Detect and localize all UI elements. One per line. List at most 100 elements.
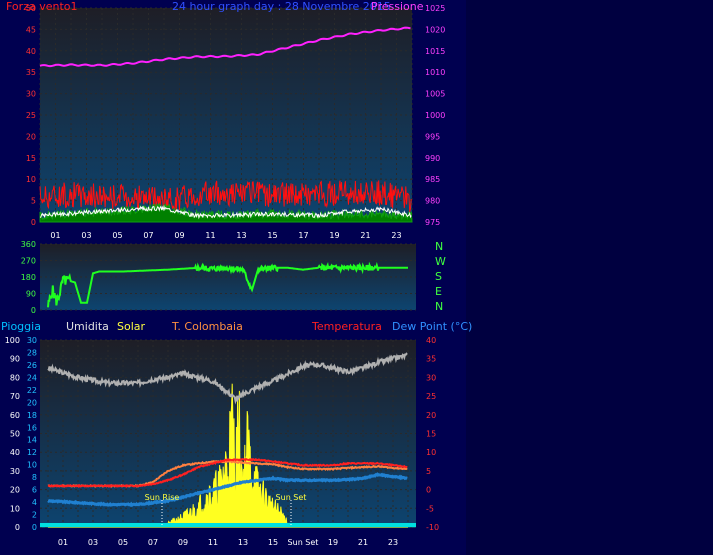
wind-axis-tick: 0 — [31, 218, 36, 227]
time-axis-tick: 21 — [358, 538, 368, 547]
time-axis-tick: 07 — [143, 231, 153, 240]
humidity-axis-tick: 100 — [5, 336, 20, 345]
pressure-axis-tick: 975 — [425, 218, 440, 227]
time-axis-tick: 07 — [148, 538, 158, 547]
humidity-axis-tick: 40 — [10, 448, 20, 457]
dewpoint-legend: Dew Point (°C) — [392, 320, 472, 333]
time-axis-tick: 01 — [58, 538, 68, 547]
temperature-axis-tick: 40 — [426, 336, 436, 345]
solar-legend: Solar — [117, 320, 146, 333]
time-axis-tick: 15 — [268, 538, 278, 547]
pressure-axis-tick: 990 — [425, 154, 440, 163]
time-axis-tick: 03 — [81, 231, 91, 240]
pressure-axis-tick: 1025 — [425, 4, 445, 13]
time-axis-tick: 21 — [360, 231, 370, 240]
time-axis-tick: 23 — [388, 538, 398, 547]
rain-axis-tick: 30 — [27, 336, 37, 345]
pressure-axis-tick: 1005 — [425, 90, 445, 99]
temperature-axis-tick: 5 — [426, 467, 431, 476]
pressure-axis-tick: 1000 — [425, 111, 445, 120]
humidity-axis-tick: 10 — [10, 504, 20, 513]
temperature-axis-tick: 35 — [426, 355, 436, 364]
time-axis-tick: 13 — [238, 538, 248, 547]
weather-graph-page: Forza vento1 24 hour graph day : 28 Nove… — [0, 0, 713, 555]
temperature-axis-tick: 25 — [426, 392, 436, 401]
wind-axis-tick: 45 — [26, 25, 36, 34]
rain-axis-tick: 10 — [27, 461, 37, 470]
humidity-legend: Umidita — [66, 320, 109, 333]
time-axis-tick: 15 — [267, 231, 277, 240]
temperature-legend: Temperatura — [311, 320, 382, 333]
compass-label: S — [435, 270, 442, 283]
wind-axis-tick: 25 — [26, 111, 36, 120]
time-axis-tick: 01 — [50, 231, 60, 240]
rain-axis-tick: 18 — [27, 411, 37, 420]
pressure-axis-tick: 980 — [425, 197, 440, 206]
time-axis-tick: 13 — [236, 231, 246, 240]
compass-label: W — [435, 255, 446, 268]
rain-axis-tick: 16 — [27, 423, 37, 432]
direction-axis-tick: 90 — [26, 290, 36, 299]
weather-chart: Forza vento1 24 hour graph day : 28 Nove… — [1, 0, 472, 547]
rain-axis-tick: 2 — [32, 511, 37, 520]
rain-axis-tick: 28 — [27, 348, 37, 357]
rain-legend: Pioggia — [1, 320, 41, 333]
temperature-axis-tick: 10 — [426, 448, 436, 457]
rain-axis-tick: 24 — [27, 373, 37, 382]
pressure-title: Pressione — [371, 0, 424, 13]
humidity-axis-tick: 60 — [10, 411, 20, 420]
wind-axis-tick: 35 — [26, 68, 36, 77]
wind-axis-tick: 40 — [26, 47, 36, 56]
wind-axis-tick: 20 — [26, 132, 36, 141]
temperature-axis-tick: -10 — [426, 523, 439, 532]
time-axis-tick: 11 — [205, 231, 215, 240]
graph-date-title: 24 hour graph day : 28 Novembre 2015 — [172, 0, 391, 13]
compass-label: N — [435, 240, 443, 253]
humidity-axis-tick: 50 — [10, 430, 20, 439]
time-axis-tick: 09 — [174, 231, 184, 240]
humidity-axis-tick: 30 — [10, 467, 20, 476]
rain-bar — [40, 523, 416, 527]
time-axis-tick: 03 — [88, 538, 98, 547]
rain-axis-tick: 14 — [27, 436, 37, 445]
pressure-axis-tick: 1020 — [425, 25, 445, 34]
direction-axis-tick: 180 — [21, 273, 36, 282]
temperature-axis-tick: -5 — [426, 504, 434, 513]
time-axis-tick: 05 — [112, 231, 122, 240]
sunrise-label: Sun Rise — [145, 493, 180, 502]
wind-axis-tick: 5 — [31, 197, 36, 206]
rain-axis-tick: 20 — [27, 398, 37, 407]
temp-city-legend: T. Colombaia — [171, 320, 243, 333]
wind-axis-tick: 30 — [26, 90, 36, 99]
compass-label: E — [435, 285, 442, 298]
pressure-axis-tick: 985 — [425, 175, 440, 184]
time-axis-tick: 17 — [298, 231, 308, 240]
wind-axis-tick: 10 — [26, 175, 36, 184]
time-axis-tick: 05 — [118, 538, 128, 547]
temperature-axis-tick: 0 — [426, 486, 431, 495]
rain-axis-tick: 4 — [32, 498, 37, 507]
pressure-axis-tick: 995 — [425, 132, 440, 141]
time-axis-tick: 19 — [329, 231, 339, 240]
direction-axis-tick: 0 — [31, 306, 36, 315]
time-axis-tick: 11 — [208, 538, 218, 547]
temperature-axis-tick: 30 — [426, 373, 436, 382]
rain-axis-tick: 12 — [27, 448, 37, 457]
time-axis-tick: 09 — [178, 538, 188, 547]
wind-axis-tick: 50 — [26, 4, 36, 13]
rain-axis-tick: 0 — [32, 523, 37, 532]
time-axis-tick: Sun Set — [288, 538, 319, 547]
wind-speed-title: Forza vento1 — [6, 0, 78, 13]
direction-axis-tick: 270 — [21, 257, 36, 266]
rain-axis-tick: 22 — [27, 386, 37, 395]
humidity-axis-tick: 90 — [10, 355, 20, 364]
humidity-axis-tick: 0 — [15, 523, 20, 532]
humidity-axis-tick: 70 — [10, 392, 20, 401]
temperature-axis-tick: 20 — [426, 411, 436, 420]
wind-axis-tick: 15 — [26, 154, 36, 163]
time-axis-tick: 23 — [391, 231, 401, 240]
time-axis-tick: 19 — [328, 538, 338, 547]
rain-axis-tick: 8 — [32, 473, 37, 482]
pressure-axis-tick: 1010 — [425, 68, 445, 77]
compass-label: N — [435, 300, 443, 313]
